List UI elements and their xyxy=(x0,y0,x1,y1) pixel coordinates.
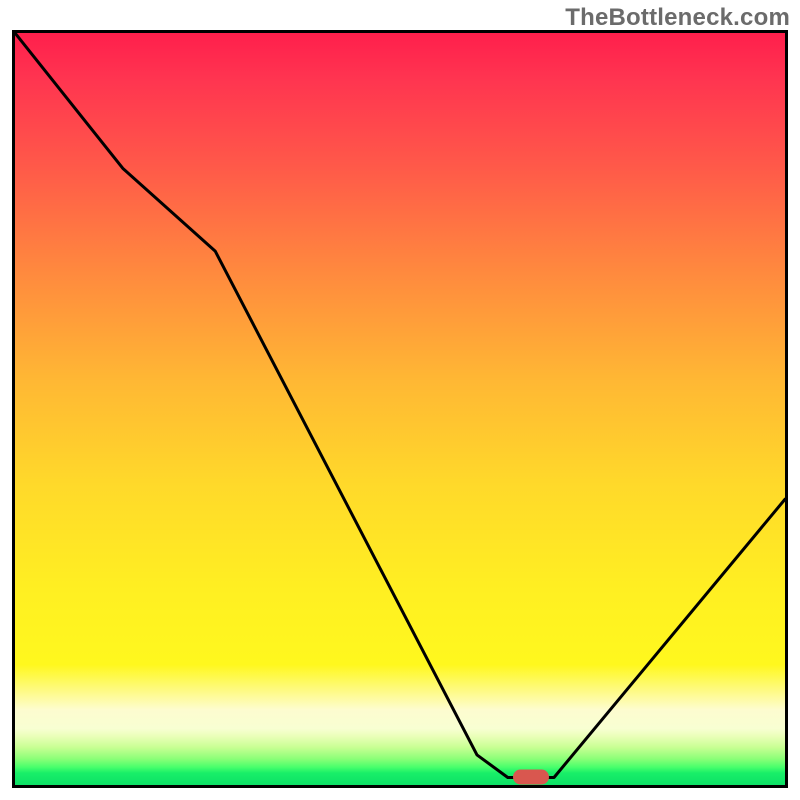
optimal-point-marker xyxy=(513,770,549,785)
watermark-text: TheBottleneck.com xyxy=(565,4,790,32)
chart-canvas: TheBottleneck.com xyxy=(0,0,800,800)
bottleneck-curve xyxy=(15,33,785,785)
plot-frame xyxy=(12,30,788,788)
